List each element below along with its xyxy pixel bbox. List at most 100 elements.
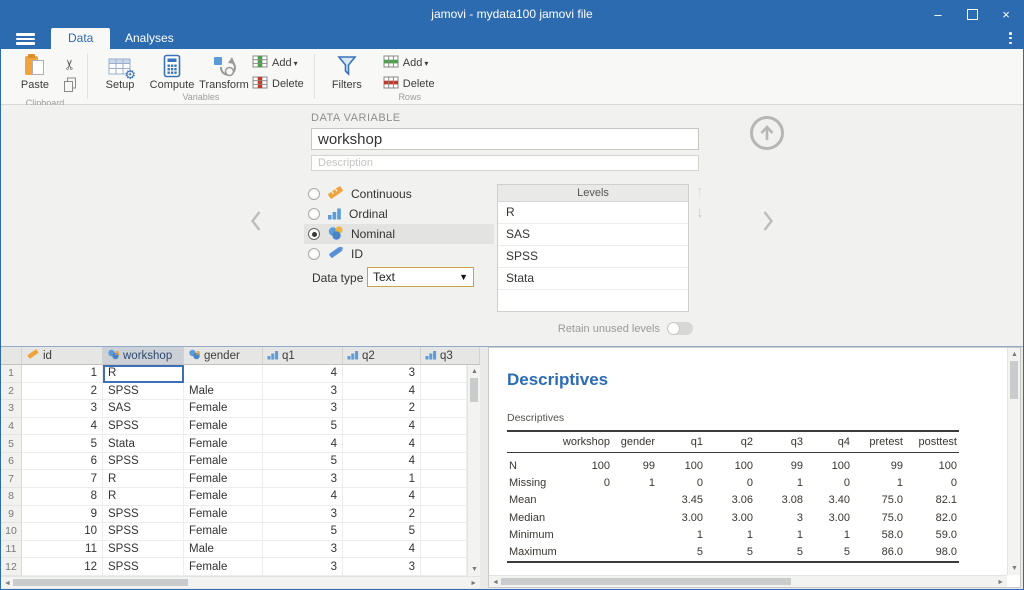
grid-cell[interactable]: 4 — [263, 435, 343, 453]
grid-cell[interactable]: R — [103, 365, 184, 383]
grid-cell[interactable]: 3 — [343, 365, 421, 383]
collapse-editor-button[interactable] — [750, 116, 784, 150]
row-number-cell[interactable]: 11 — [1, 541, 22, 559]
grid-cell[interactable]: Female — [184, 453, 263, 471]
row-number-cell[interactable]: 6 — [1, 453, 22, 471]
results-vertical-scrollbar[interactable]: ▲ ▼ — [1007, 348, 1020, 575]
grid-cell[interactable]: 3 — [263, 383, 343, 401]
grid-cell[interactable]: Female — [184, 418, 263, 436]
results-horizontal-scrollbar[interactable]: ◄ ► — [489, 575, 1007, 587]
grid-cell[interactable]: Female — [184, 558, 263, 576]
scrollbar-thumb[interactable] — [470, 378, 478, 402]
grid-cell[interactable] — [421, 523, 467, 541]
row-number-cell[interactable]: 3 — [1, 400, 22, 418]
column-header-q2[interactable]: q2 — [343, 347, 421, 365]
scroll-down-icon[interactable]: ▼ — [471, 566, 478, 573]
measure-option-continuous[interactable]: Continuous — [304, 184, 494, 204]
grid-cell[interactable]: 4 — [343, 488, 421, 506]
grid-cell[interactable]: 4 — [343, 453, 421, 471]
tab-data[interactable]: Data — [51, 28, 110, 49]
tab-analyses[interactable]: Analyses — [108, 28, 191, 49]
radio-unselected[interactable] — [308, 248, 320, 260]
grid-cell[interactable]: Female — [184, 435, 263, 453]
grid-cell[interactable]: 7 — [22, 470, 103, 488]
grid-cell[interactable]: 3 — [263, 400, 343, 418]
row-number-cell[interactable]: 8 — [1, 488, 22, 506]
add-variable-button[interactable]: Add — [252, 55, 304, 71]
grid-cell[interactable] — [421, 418, 467, 436]
level-item[interactable]: Stata — [498, 268, 688, 290]
grid-cell[interactable]: SAS — [103, 400, 184, 418]
measure-option-ordinal[interactable]: Ordinal — [304, 204, 494, 224]
grid-cell[interactable] — [421, 541, 467, 559]
grid-cell[interactable]: 4 — [343, 383, 421, 401]
grid-cell[interactable]: 3 — [343, 558, 421, 576]
grid-cell[interactable]: 2 — [22, 383, 103, 401]
column-header-gender[interactable]: a gender — [184, 347, 263, 365]
delete-variable-button[interactable]: Delete — [252, 76, 304, 92]
row-number-cell[interactable]: 12 — [1, 558, 22, 576]
hamburger-menu-icon[interactable] — [16, 33, 35, 47]
grid-cell[interactable]: 12 — [22, 558, 103, 576]
transform-button[interactable]: Transform — [198, 52, 250, 91]
grid-cell[interactable]: 4 — [263, 365, 343, 383]
radio-unselected[interactable] — [308, 208, 320, 220]
grid-cell[interactable]: 5 — [343, 523, 421, 541]
measure-option-nominal[interactable]: Nominal — [304, 224, 494, 244]
cut-icon[interactable]: ✂ — [62, 57, 79, 71]
paste-button[interactable]: Paste — [9, 52, 61, 91]
grid-cell[interactable] — [421, 400, 467, 418]
grid-cell[interactable]: 4 — [343, 435, 421, 453]
scroll-down-icon[interactable]: ▼ — [1011, 565, 1018, 572]
grid-cell[interactable]: 3 — [263, 541, 343, 559]
column-header-q1[interactable]: q1 — [263, 347, 343, 365]
setup-button[interactable]: ⚙ Setup — [94, 52, 146, 91]
column-header-workshop[interactable]: a workshop — [103, 347, 184, 365]
grid-cell[interactable] — [421, 383, 467, 401]
scroll-up-icon[interactable]: ▲ — [1011, 351, 1018, 358]
grid-cell[interactable]: SPSS — [103, 541, 184, 559]
row-number-cell[interactable]: 10 — [1, 523, 22, 541]
grid-cell[interactable]: 6 — [22, 453, 103, 471]
grid-cell[interactable]: 3 — [263, 506, 343, 524]
copy-icon[interactable] — [63, 77, 77, 98]
grid-cell[interactable] — [421, 470, 467, 488]
measure-option-id[interactable]: ID — [304, 244, 494, 264]
scrollbar-thumb[interactable] — [501, 578, 791, 585]
grid-cell[interactable]: Female — [184, 470, 263, 488]
scroll-up-icon[interactable]: ▲ — [471, 368, 478, 375]
grid-cell[interactable]: Female — [184, 523, 263, 541]
grid-cell[interactable]: SPSS — [103, 418, 184, 436]
grid-cell[interactable]: 11 — [22, 541, 103, 559]
level-item[interactable]: R — [498, 202, 688, 224]
grid-horizontal-scrollbar[interactable]: ◄ ► — [1, 576, 480, 588]
grid-cell[interactable] — [421, 453, 467, 471]
grid-cell[interactable]: 5 — [263, 453, 343, 471]
level-item[interactable]: SPSS — [498, 246, 688, 268]
grid-cell[interactable] — [421, 506, 467, 524]
radio-unselected[interactable] — [308, 188, 320, 200]
minimize-button[interactable]: – — [921, 1, 955, 28]
corner-header-cell[interactable] — [1, 347, 22, 365]
grid-cell[interactable]: 5 — [263, 418, 343, 436]
scroll-left-icon[interactable]: ◄ — [4, 580, 11, 587]
scroll-right-icon[interactable]: ► — [470, 580, 477, 587]
grid-cell[interactable]: Male — [184, 541, 263, 559]
radio-selected[interactable] — [308, 228, 320, 240]
grid-cell[interactable] — [421, 435, 467, 453]
row-number-cell[interactable]: 2 — [1, 383, 22, 401]
scroll-left-icon[interactable]: ◄ — [492, 579, 499, 586]
grid-cell[interactable]: 3 — [22, 400, 103, 418]
grid-cell[interactable] — [184, 365, 263, 383]
grid-cell[interactable]: SPSS — [103, 523, 184, 541]
grid-cell[interactable]: R — [103, 470, 184, 488]
maximize-button[interactable] — [955, 1, 989, 28]
variable-description-input[interactable] — [311, 155, 699, 171]
delete-row-button[interactable]: Delete — [383, 76, 435, 92]
grid-cell[interactable]: 2 — [343, 400, 421, 418]
grid-cell[interactable]: 4 — [343, 541, 421, 559]
add-row-button[interactable]: Add — [383, 55, 435, 71]
column-header-q3[interactable]: q3 — [421, 347, 480, 365]
grid-cell[interactable]: Female — [184, 400, 263, 418]
retain-toggle[interactable] — [667, 322, 693, 335]
